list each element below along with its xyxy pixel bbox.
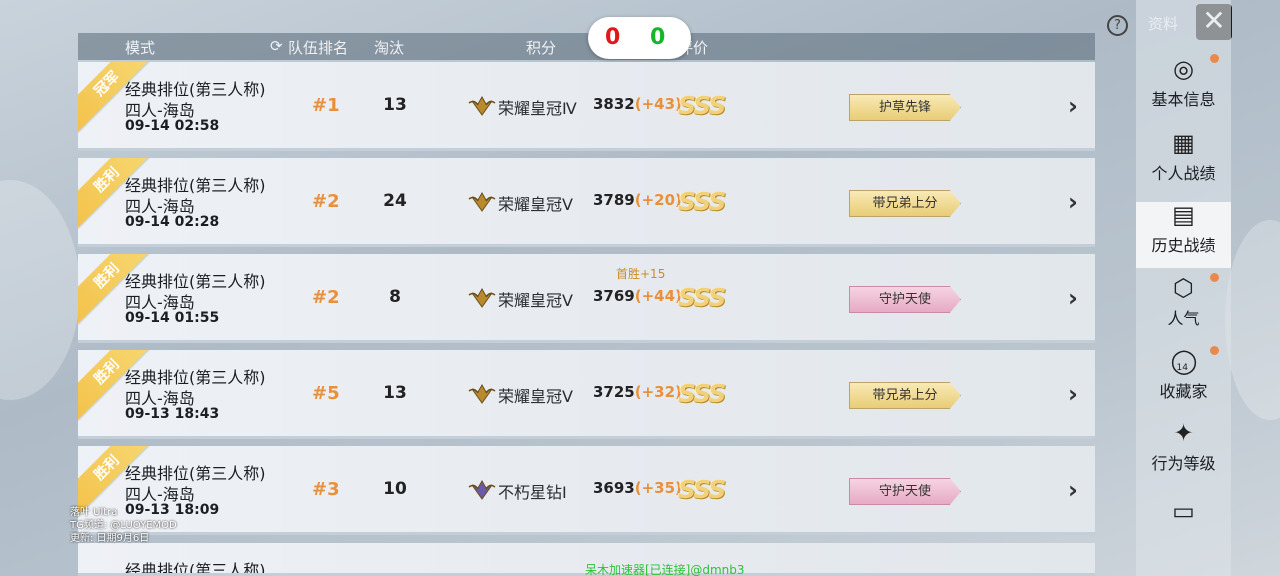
score-value: 3789(+20) bbox=[593, 191, 682, 209]
grade-badge: SSS bbox=[678, 91, 726, 120]
background-decoration bbox=[0, 180, 80, 400]
match-date: 09-14 02:58 bbox=[125, 118, 220, 134]
sidebar-item[interactable]: ◯ 14 收藏家 bbox=[1136, 346, 1231, 414]
sidebar-item[interactable]: ▤ 历史战绩 bbox=[1136, 202, 1231, 268]
match-row[interactable]: 胜利 经典排位(第三人称) 四人-海岛 09-14 02:28 #2 24 荣耀… bbox=[78, 158, 1095, 247]
header-score: 积分 bbox=[526, 39, 557, 57]
achievement-tag[interactable]: 带兄弟上分 bbox=[849, 190, 961, 217]
chevron-right-icon[interactable]: › bbox=[1068, 476, 1078, 504]
match-row[interactable]: 冠军 经典排位(第三人称) 四人-海岛 09-14 02:58 #1 13 荣耀… bbox=[78, 62, 1095, 151]
achievement-tag[interactable]: 护草先锋 bbox=[849, 94, 961, 121]
score-delta: (+20) bbox=[634, 191, 682, 209]
score-delta: (+32) bbox=[634, 383, 682, 401]
collector-icon: ◯ 14 bbox=[1171, 348, 1198, 374]
match-date: 09-14 02:28 bbox=[125, 214, 220, 230]
first-win-bonus: 首胜+15 bbox=[616, 267, 666, 281]
grade-badge: SSS bbox=[678, 379, 726, 408]
sidebar-item-label: 历史战绩 bbox=[1151, 236, 1216, 255]
help-icon[interactable]: ? bbox=[1107, 15, 1128, 36]
history-icon: ▤ bbox=[1172, 201, 1195, 229]
chevron-right-icon[interactable]: › bbox=[1068, 92, 1078, 120]
notification-dot bbox=[1210, 273, 1219, 282]
achievement-tag[interactable]: 带兄弟上分 bbox=[849, 382, 961, 409]
grade-badge: SSS bbox=[678, 283, 726, 312]
kill-count: 10 bbox=[383, 479, 407, 499]
accelerator-status: 呆木加速器[已连接]@dmnb3 bbox=[585, 563, 745, 576]
chevron-right-icon[interactable]: › bbox=[1068, 380, 1078, 408]
notification-dot bbox=[1210, 346, 1219, 355]
note-icon: ▭ bbox=[1172, 497, 1195, 525]
tier-name: 荣耀皇冠Ⅳ bbox=[498, 99, 577, 118]
team-rank: #2 bbox=[312, 191, 340, 212]
team-rank: #5 bbox=[312, 383, 340, 404]
kill-count: 24 bbox=[383, 191, 407, 211]
score-value: 3725(+32) bbox=[593, 383, 682, 401]
table-header: 模式 ⟳ 队伍排名 淘汰 积分 评价 bbox=[78, 33, 1095, 60]
sidebar-item-label: 个人战绩 bbox=[1151, 164, 1216, 183]
user-info-icon: ◎ bbox=[1173, 55, 1194, 83]
behavior-icon: ✦ bbox=[1173, 419, 1194, 447]
match-date: 09-14 01:55 bbox=[125, 310, 220, 326]
sidebar-item-label: 人气 bbox=[1167, 309, 1200, 328]
match-date: 09-13 18:43 bbox=[125, 406, 220, 422]
sidebar-item[interactable]: ✦ 行为等级 bbox=[1136, 420, 1231, 486]
sidebar-item-label: 基本信息 bbox=[1151, 90, 1216, 109]
kill-count: 13 bbox=[383, 383, 407, 403]
crown-wings-icon bbox=[468, 95, 496, 116]
header-kills: 淘汰 bbox=[374, 39, 405, 57]
watermark-line: 更新: 日期9月6日 bbox=[70, 533, 150, 544]
kill-count: 8 bbox=[389, 287, 401, 307]
grade-badge: SSS bbox=[678, 475, 726, 504]
red-score: 0 bbox=[605, 25, 621, 50]
score-value: 3693(+35) bbox=[593, 479, 682, 497]
match-row[interactable]: 胜利 经典排位(第三人称) 四人-海岛 09-13 18:43 #5 13 荣耀… bbox=[78, 350, 1095, 439]
tier-name: 荣耀皇冠Ⅴ bbox=[498, 387, 573, 406]
crown-wings-icon bbox=[468, 191, 496, 212]
kill-count: 13 bbox=[383, 95, 407, 115]
team-rank: #2 bbox=[312, 287, 340, 308]
achievement-tag[interactable]: 守护天使 bbox=[849, 286, 961, 313]
refresh-icon[interactable]: ⟳ bbox=[270, 37, 283, 55]
background-decoration bbox=[1225, 220, 1280, 420]
chevron-right-icon[interactable]: › bbox=[1068, 188, 1078, 216]
match-mode: 经典排位(第三人称) bbox=[125, 561, 266, 576]
header-team-rank: 队伍排名 bbox=[288, 39, 349, 57]
match-row[interactable]: 胜利 经典排位(第三人称) 四人-海岛 09-14 01:55 #2 8 荣耀皇… bbox=[78, 254, 1095, 343]
tier-name: 不朽星钻Ⅰ bbox=[498, 483, 567, 502]
score-delta: (+43) bbox=[634, 95, 682, 113]
grade-badge: SSS bbox=[678, 187, 726, 216]
popularity-icon: ⬡ bbox=[1173, 274, 1194, 302]
crown-wings-icon bbox=[468, 287, 496, 308]
score-value: 3769(+44) bbox=[593, 287, 682, 305]
achievement-tag[interactable]: 守护天使 bbox=[849, 478, 961, 505]
team-rank: #3 bbox=[312, 479, 340, 500]
chart-icon: ▦ bbox=[1172, 129, 1195, 157]
score-value: 3832(+43) bbox=[593, 95, 682, 113]
tier-name: 荣耀皇冠Ⅴ bbox=[498, 291, 573, 310]
collector-level-badge: 14 bbox=[1176, 363, 1188, 373]
sidebar-item[interactable]: ⬡ 人气 bbox=[1136, 273, 1231, 341]
sidebar-item[interactable]: ▭ bbox=[1136, 492, 1231, 558]
sidebar-item-label: 行为等级 bbox=[1151, 454, 1216, 473]
score-overlay: 0 0 bbox=[588, 17, 691, 59]
match-row[interactable]: 胜利 经典排位(第三人称) 四人-海岛 09-13 18:09 #3 10 不朽… bbox=[78, 446, 1095, 535]
tier-name: 荣耀皇冠Ⅴ bbox=[498, 195, 573, 214]
crown-wings-icon bbox=[468, 383, 496, 404]
header-mode: 模式 bbox=[125, 39, 156, 57]
sidebar: ◎ 基本信息 ▦ 个人战绩 ▤ 历史战绩 ⬡ 人气 ◯ 14 收藏家 ✦ 行为等级 ▭ bbox=[1136, 0, 1231, 576]
diamond-star-icon bbox=[468, 479, 496, 500]
score-delta: (+35) bbox=[634, 479, 682, 497]
sidebar-item[interactable]: ▦ 个人战绩 bbox=[1136, 130, 1231, 196]
sidebar-item[interactable]: ◎ 基本信息 bbox=[1136, 54, 1231, 122]
sidebar-item-label: 收藏家 bbox=[1159, 382, 1208, 401]
team-rank: #1 bbox=[312, 95, 340, 116]
notification-dot bbox=[1210, 54, 1219, 63]
green-score: 0 bbox=[650, 25, 666, 50]
chevron-right-icon[interactable]: › bbox=[1068, 284, 1078, 312]
score-delta: (+44) bbox=[634, 287, 682, 305]
